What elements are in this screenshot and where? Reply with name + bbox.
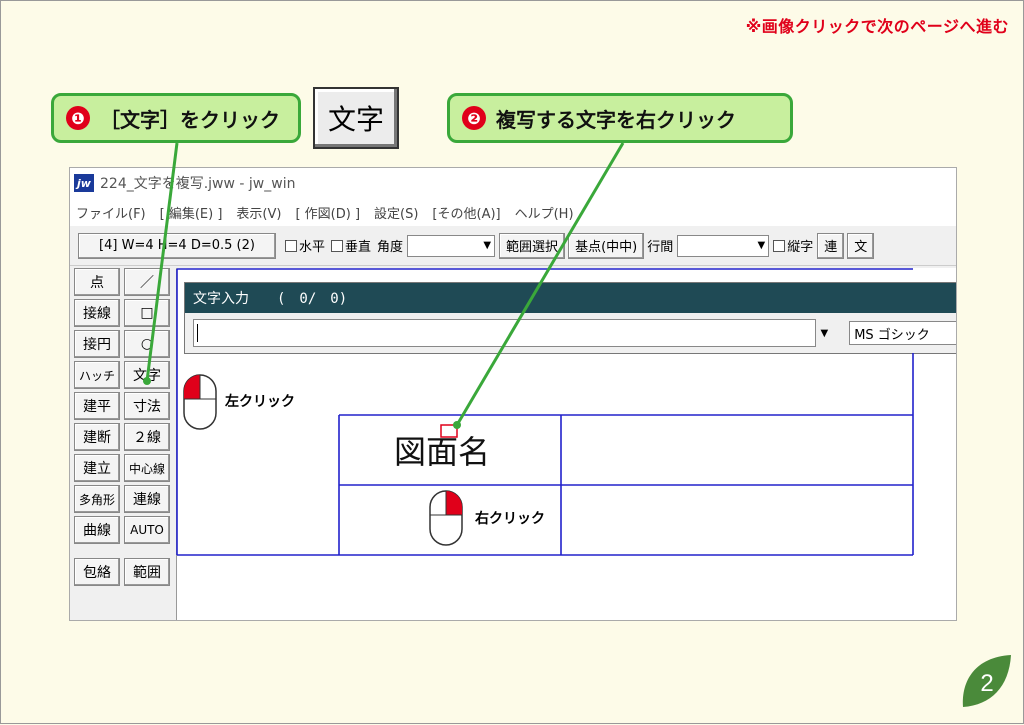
right-mouse-icon xyxy=(429,490,463,546)
leaf-page-badge: 2 xyxy=(962,655,1011,707)
left-click-label: 左クリック xyxy=(225,394,295,410)
title-block-frame xyxy=(176,268,914,556)
left-mouse-icon xyxy=(183,374,217,430)
slide[interactable]: ※画像クリックで次のページへ進む ❶ ［文字］をクリック 文字 ❷ 複写する文字… xyxy=(0,0,1024,724)
drawing-title-text: 図面名 xyxy=(394,433,490,471)
drawing-overlay: 図面名 xyxy=(143,142,914,556)
right-click-label: 右クリック xyxy=(475,511,545,527)
page-number: 2 xyxy=(980,670,993,697)
